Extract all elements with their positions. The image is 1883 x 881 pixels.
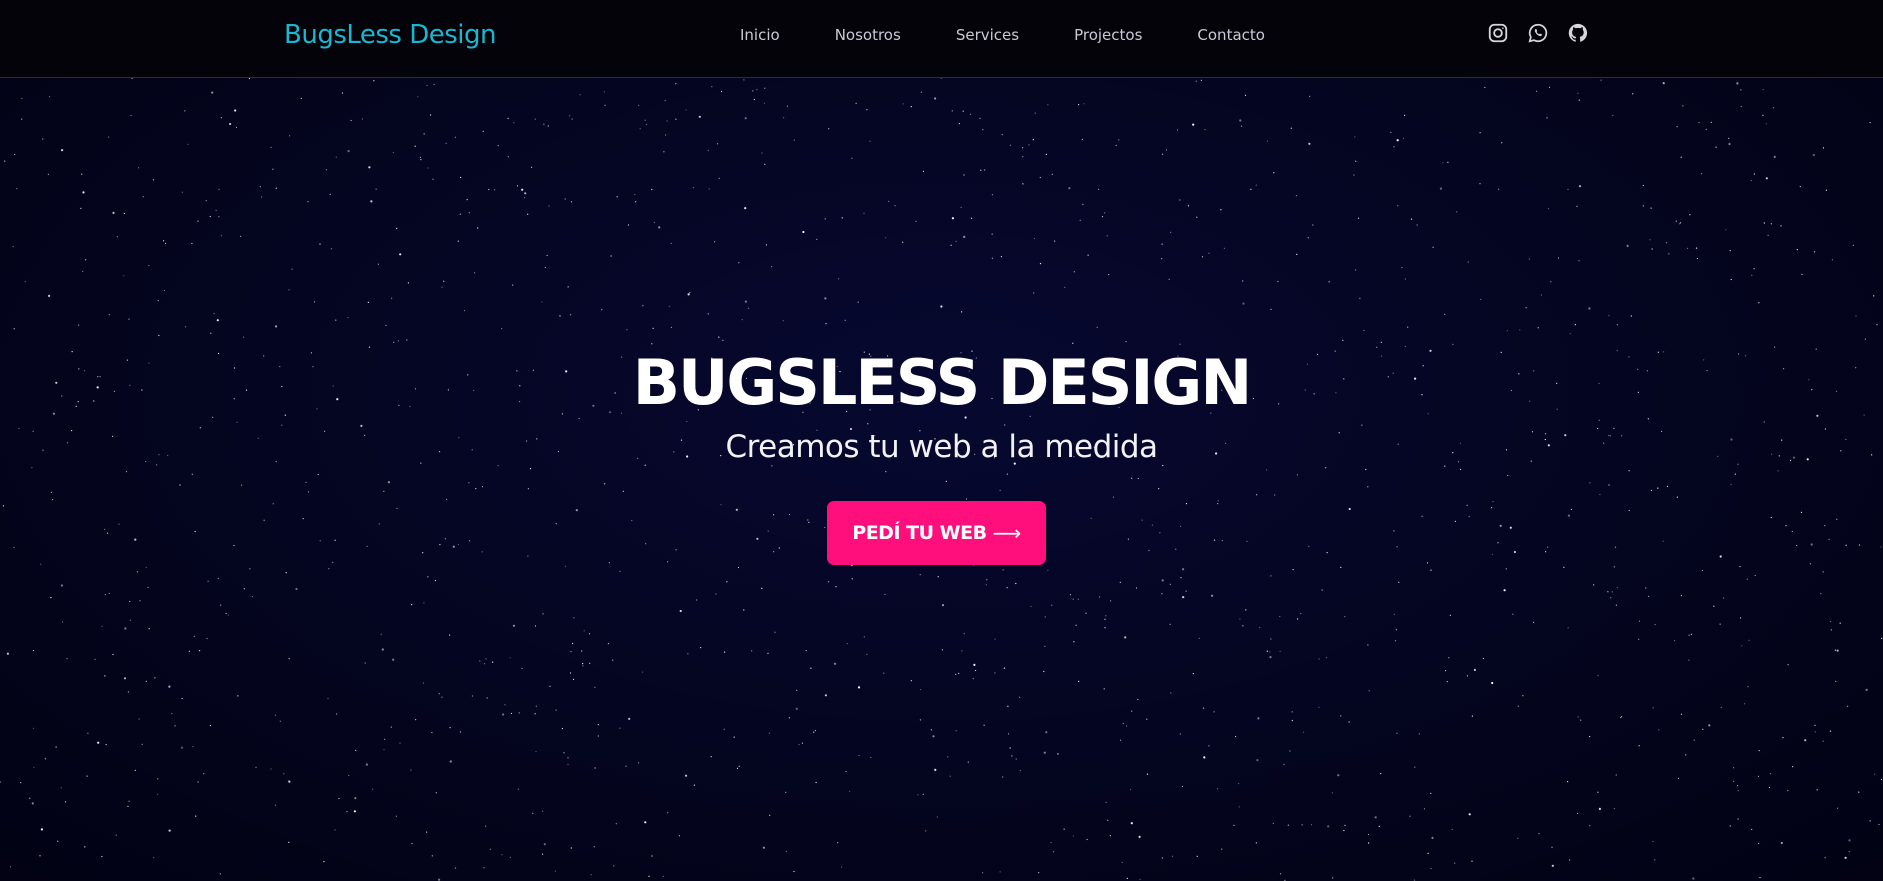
hero-section: BUGSLESS DESIGN Creamos tu web a la medi… — [0, 77, 1883, 881]
order-website-button[interactable]: PEDÍ TU WEB ⟶ — [827, 501, 1046, 565]
nav-link-projectos[interactable]: Projectos — [1074, 24, 1142, 46]
social-links — [1487, 22, 1589, 44]
nav-link-contacto[interactable]: Contacto — [1197, 24, 1265, 46]
cta-label: PEDÍ TU WEB — [852, 522, 987, 544]
nav-link-services[interactable]: Services — [956, 24, 1019, 46]
instagram-icon[interactable] — [1487, 22, 1509, 44]
nav-link-inicio[interactable]: Inicio — [740, 24, 780, 46]
hero-title: BUGSLESS DESIGN — [632, 346, 1252, 419]
whatsapp-icon[interactable] — [1527, 22, 1549, 44]
nav-item-contacto: Contacto — [1197, 24, 1265, 46]
hero-subtitle: Creamos tu web a la medida — [725, 429, 1158, 465]
brand-logo[interactable]: BugsLess Design — [284, 17, 497, 53]
navbar: BugsLess Design Inicio Nosotros Services… — [0, 0, 1883, 78]
nav-link-nosotros[interactable]: Nosotros — [835, 24, 901, 46]
nav-item-services: Services — [956, 24, 1019, 46]
nav-item-projectos: Projectos — [1074, 24, 1142, 46]
nav-menu: Inicio Nosotros Services Projectos Conta… — [740, 24, 1320, 46]
arrow-right-icon: ⟶ — [992, 521, 1022, 545]
nav-item-inicio: Inicio — [740, 24, 780, 46]
page: BugsLess Design Inicio Nosotros Services… — [0, 0, 1883, 881]
nav-item-nosotros: Nosotros — [835, 24, 901, 46]
github-icon[interactable] — [1567, 22, 1589, 44]
